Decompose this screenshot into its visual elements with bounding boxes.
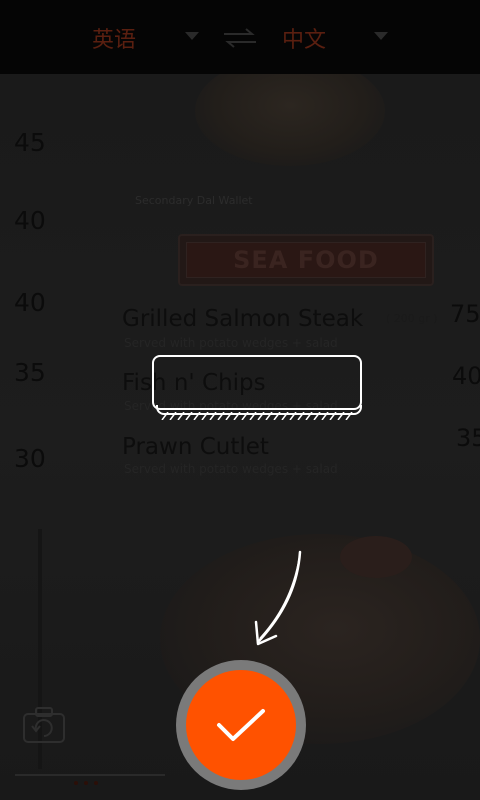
confirm-button-ring[interactable] bbox=[176, 660, 306, 790]
section-title: SEA FOOD bbox=[186, 242, 426, 278]
food-photo-top bbox=[195, 74, 385, 166]
swap-arrows-icon[interactable] bbox=[222, 26, 258, 50]
menu-item-price: 75 bbox=[450, 300, 480, 328]
left-price: 30 bbox=[14, 444, 46, 473]
source-language-selector[interactable]: 英语 bbox=[92, 22, 136, 54]
hatch-pattern bbox=[161, 411, 353, 421]
left-price: 35 bbox=[14, 358, 46, 387]
menu-item-desc: Served with potato wedges + salad bbox=[124, 336, 338, 350]
selection-box-base bbox=[156, 405, 362, 421]
target-language-selector[interactable]: 中文 bbox=[282, 22, 326, 54]
checkmark-icon bbox=[217, 709, 265, 741]
menu-item-weight: ( 200 gr ) bbox=[386, 312, 438, 325]
left-price: 40 bbox=[14, 206, 46, 235]
menu-item-desc: Served with potato wedges + salad bbox=[124, 462, 338, 476]
menu-item-price: 35 bbox=[456, 424, 480, 452]
caret-down-icon[interactable] bbox=[185, 32, 199, 40]
caret-down-icon[interactable] bbox=[374, 32, 388, 40]
sauce-bowl bbox=[340, 536, 412, 578]
hint-arrow-icon bbox=[254, 550, 302, 646]
language-bar: 英语 中文 bbox=[0, 0, 480, 74]
section-banner: SEA FOOD bbox=[178, 234, 434, 286]
camera-switch-icon[interactable] bbox=[22, 706, 66, 744]
dot bbox=[94, 781, 98, 785]
menu-item-name: Grilled Salmon Steak bbox=[122, 306, 364, 332]
selection-box[interactable] bbox=[152, 355, 362, 410]
menu-item-price: 40 bbox=[452, 362, 480, 390]
confirm-button[interactable] bbox=[186, 670, 296, 780]
left-price: 45 bbox=[14, 128, 46, 157]
dot bbox=[84, 781, 88, 785]
left-price: 40 bbox=[14, 288, 46, 317]
menu-item-name: Prawn Cutlet bbox=[122, 434, 269, 460]
menu-caption: Secondary Dal Wallet bbox=[135, 194, 253, 207]
dot bbox=[74, 781, 78, 785]
page-dots bbox=[74, 770, 104, 789]
